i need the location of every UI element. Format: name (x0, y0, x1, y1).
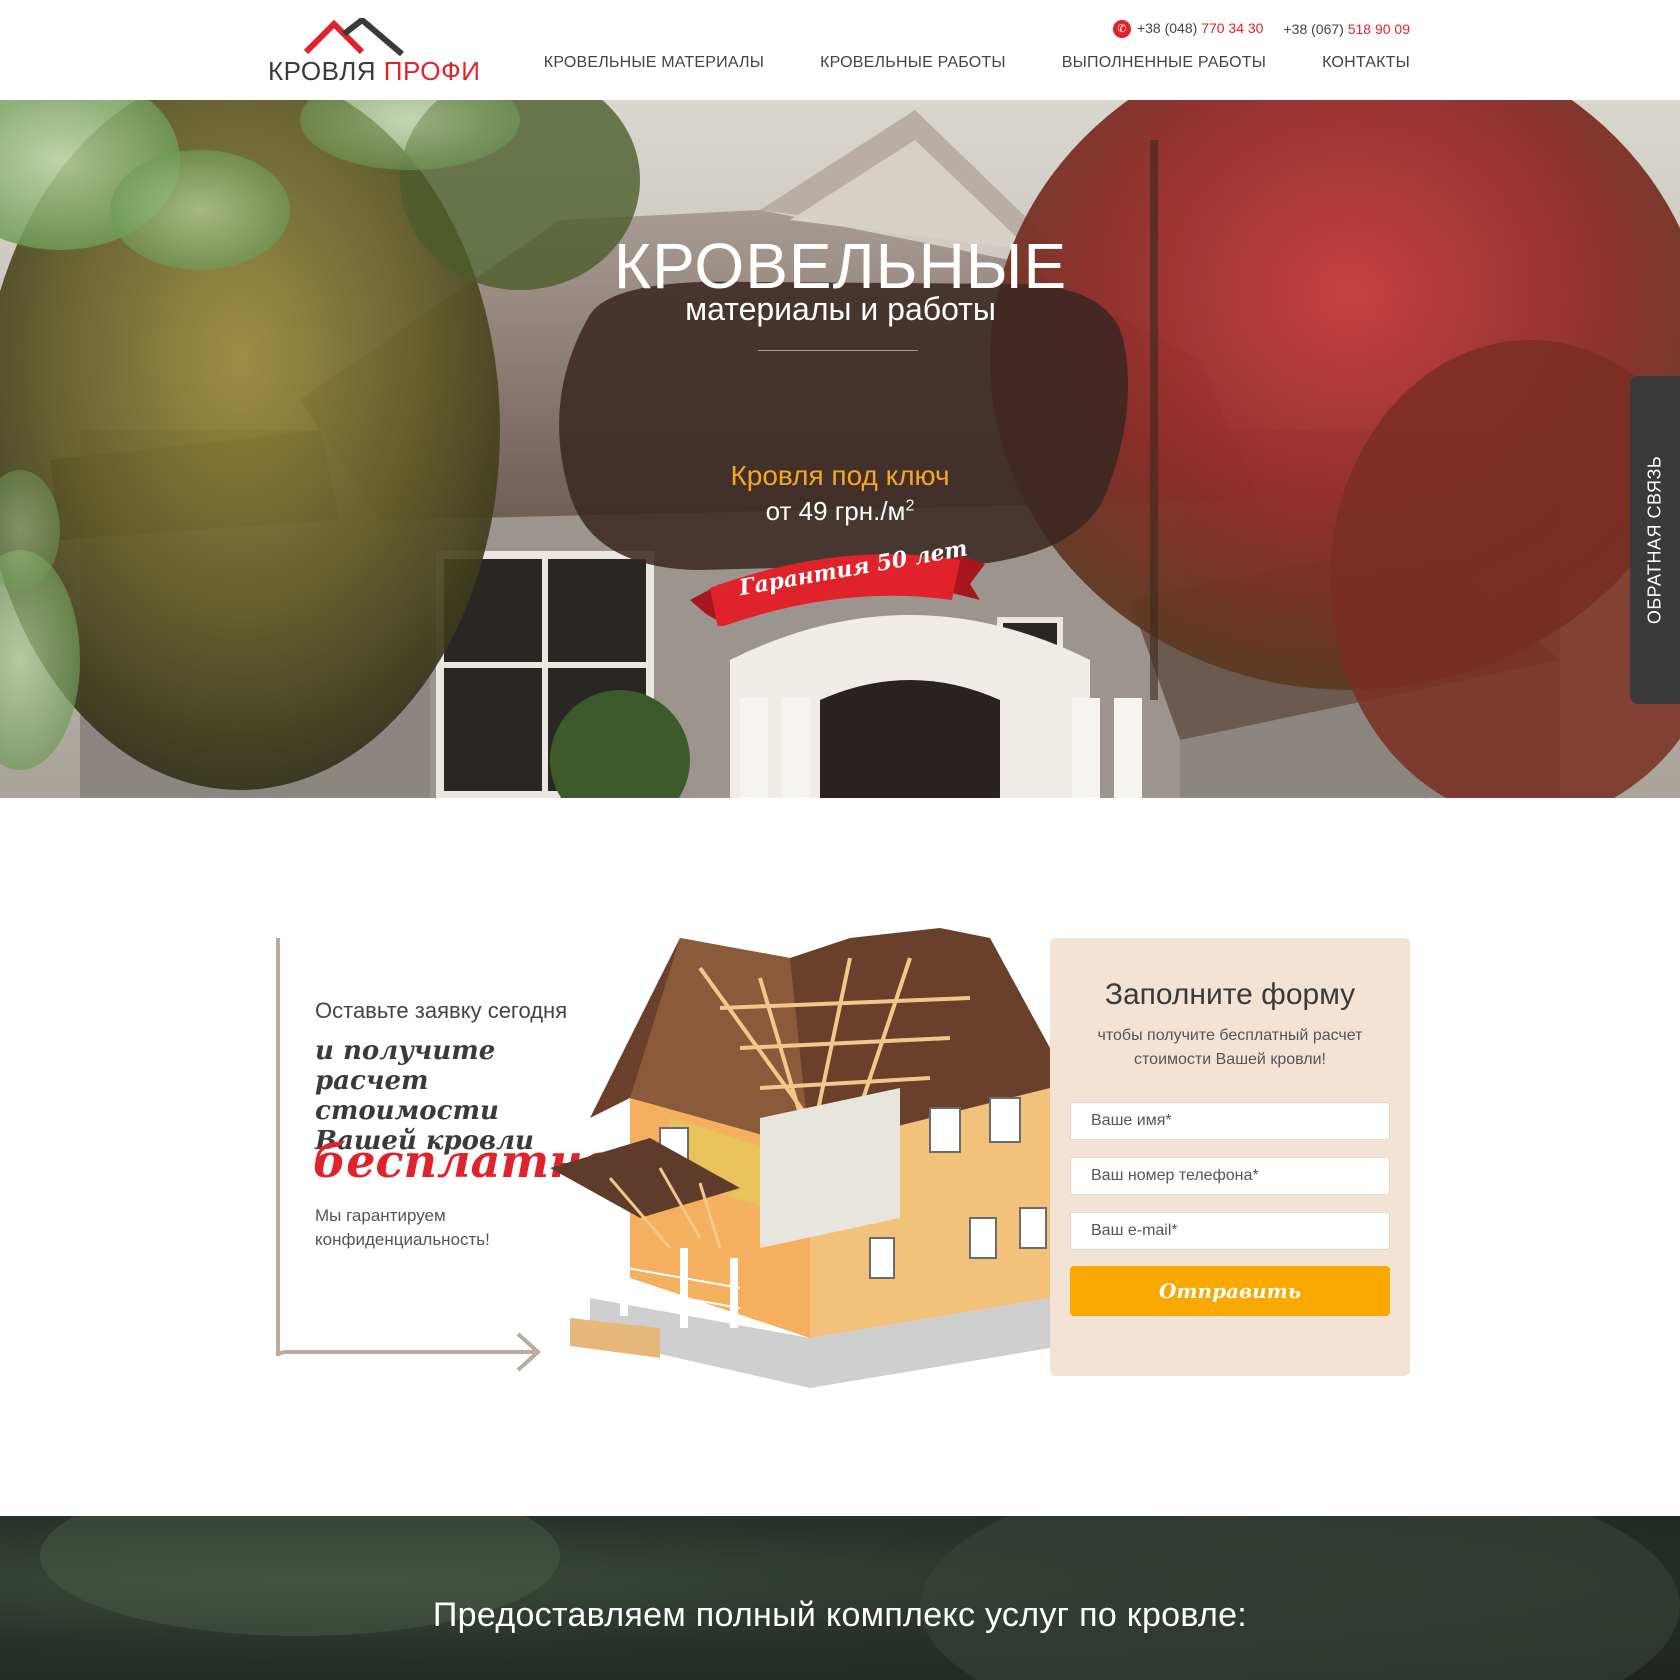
logo[interactable]: КРОВЛЯ ПРОФИ (268, 18, 480, 86)
phone-2-number: 518 90 09 (1347, 21, 1410, 38)
phone-2-prefix: +38 (067) (1283, 21, 1344, 38)
logo-word-2: ПРОФИ (383, 56, 481, 86)
hero-price-unit-sup: 2 (905, 497, 915, 515)
submit-button[interactable]: Отправить (1070, 1266, 1390, 1316)
roof-logo-icon (304, 18, 404, 56)
services-title: Предоставляем полный комплекс услуг по к… (432, 1596, 1248, 1634)
hero-price: от 49 грн./м2 (0, 498, 1680, 524)
phone-icon: ✆ (1112, 20, 1131, 39)
form-subtitle: чтобы получите бесплатный расчет стоимос… (1097, 1027, 1363, 1068)
name-field[interactable] (1070, 1102, 1390, 1140)
lead-privacy-note: Мы гарантируем конфиденциальность! (315, 1206, 490, 1249)
phone-1[interactable]: ✆ +38 (048) 770 34 30 (1112, 20, 1264, 39)
hero-title: КРОВЕЛЬНЫЕ (613, 230, 1068, 302)
hero-offer: Кровля под ключ (730, 460, 950, 491)
nav-item-contacts[interactable]: КОНТАКТЫ (1322, 54, 1410, 72)
phone-1-number: 770 34 30 (1201, 20, 1264, 36)
nav-item-materials[interactable]: КРОВЕЛЬНЫЕ МАТЕРИАЛЫ (544, 54, 764, 72)
nav-item-completed[interactable]: ВЫПОЛНЕННЫЕ РАБОТЫ (1062, 54, 1266, 72)
site-header: КРОВЛЯ ПРОФИ ✆ +38 (048) 770 34 30 +38 (0… (0, 0, 1680, 100)
phone-field[interactable] (1070, 1157, 1390, 1195)
request-form: Заполните форму чтобы получите бесплатны… (1050, 938, 1410, 1376)
feedback-tab[interactable]: ОБРАТНАЯ СВЯЗЬ (1630, 376, 1680, 704)
hero-banner: КРОВЕЛЬНЫЕ материалы и работы Кровля под… (0, 100, 1680, 798)
email-field[interactable] (1070, 1212, 1390, 1250)
hero-divider (758, 350, 918, 351)
house-cutaway-illustration (550, 928, 1050, 1388)
hero-price-text: от 49 грн./м (765, 496, 906, 526)
lead-heading: Оставьте заявку сегодня (315, 998, 568, 1023)
phone-1-prefix: +38 (048) (1136, 20, 1198, 36)
main-nav: КРОВЕЛЬНЫЕ МАТЕРИАЛЫ КРОВЕЛЬНЫЕ РАБОТЫ В… (544, 54, 1410, 72)
feedback-tab-label: ОБРАТНАЯ СВЯЗЬ (1644, 455, 1665, 625)
form-title: Заполните форму (1104, 978, 1356, 1011)
phone-2[interactable]: +38 (067) 518 90 09 (1283, 21, 1410, 37)
nav-item-works[interactable]: КРОВЕЛЬНЫЕ РАБОТЫ (820, 54, 1006, 72)
logo-word-1: КРОВЛЯ (268, 56, 377, 86)
phone-numbers: ✆ +38 (048) 770 34 30 +38 (067) 518 90 09 (1112, 20, 1410, 39)
services-section: Предоставляем полный комплекс услуг по к… (0, 1516, 1680, 1680)
hero-subtitle: материалы и работы (685, 291, 996, 327)
logo-text: КРОВЛЯ ПРОФИ (268, 56, 480, 87)
